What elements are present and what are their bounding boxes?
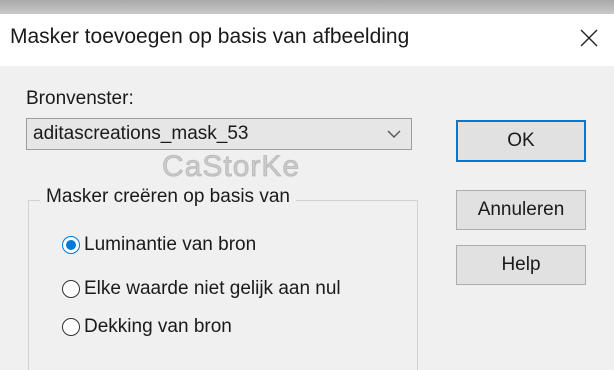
groupbox-legend: Masker creëren op basis van <box>40 186 296 208</box>
background-strip <box>0 0 614 14</box>
chevron-down-icon <box>387 130 401 138</box>
radio-luminance-label: Luminantie van bron <box>84 234 257 255</box>
radio-unchecked-icon <box>62 318 80 336</box>
radio-nonzero[interactable]: Elke waarde niet gelijk aan nul <box>62 276 341 302</box>
close-icon <box>580 29 598 47</box>
source-window-select[interactable]: aditascreations_mask_53 <box>26 118 412 150</box>
help-button[interactable]: Help <box>456 245 586 285</box>
radio-nonzero-label: Elke waarde niet gelijk aan nul <box>84 278 341 299</box>
title-bar: Masker toevoegen op basis van afbeelding <box>0 14 614 66</box>
dialog-title: Masker toevoegen op basis van afbeelding <box>10 25 410 48</box>
radio-opacity[interactable]: Dekking van bron <box>62 314 232 340</box>
radio-opacity-label: Dekking van bron <box>84 316 232 337</box>
watermark-text: CaStorKe <box>161 150 301 184</box>
source-window-label: Bronvenster: <box>26 88 134 109</box>
source-window-value: aditascreations_mask_53 <box>33 123 249 144</box>
cancel-button[interactable]: Annuleren <box>456 190 586 230</box>
mask-dialog: Masker toevoegen op basis van afbeelding… <box>0 14 614 370</box>
close-button[interactable] <box>574 22 604 54</box>
radio-unchecked-icon <box>62 280 80 298</box>
ok-button[interactable]: OK <box>456 120 586 162</box>
radio-luminance[interactable]: Luminantie van bron <box>62 232 256 258</box>
radio-checked-icon <box>62 236 80 254</box>
